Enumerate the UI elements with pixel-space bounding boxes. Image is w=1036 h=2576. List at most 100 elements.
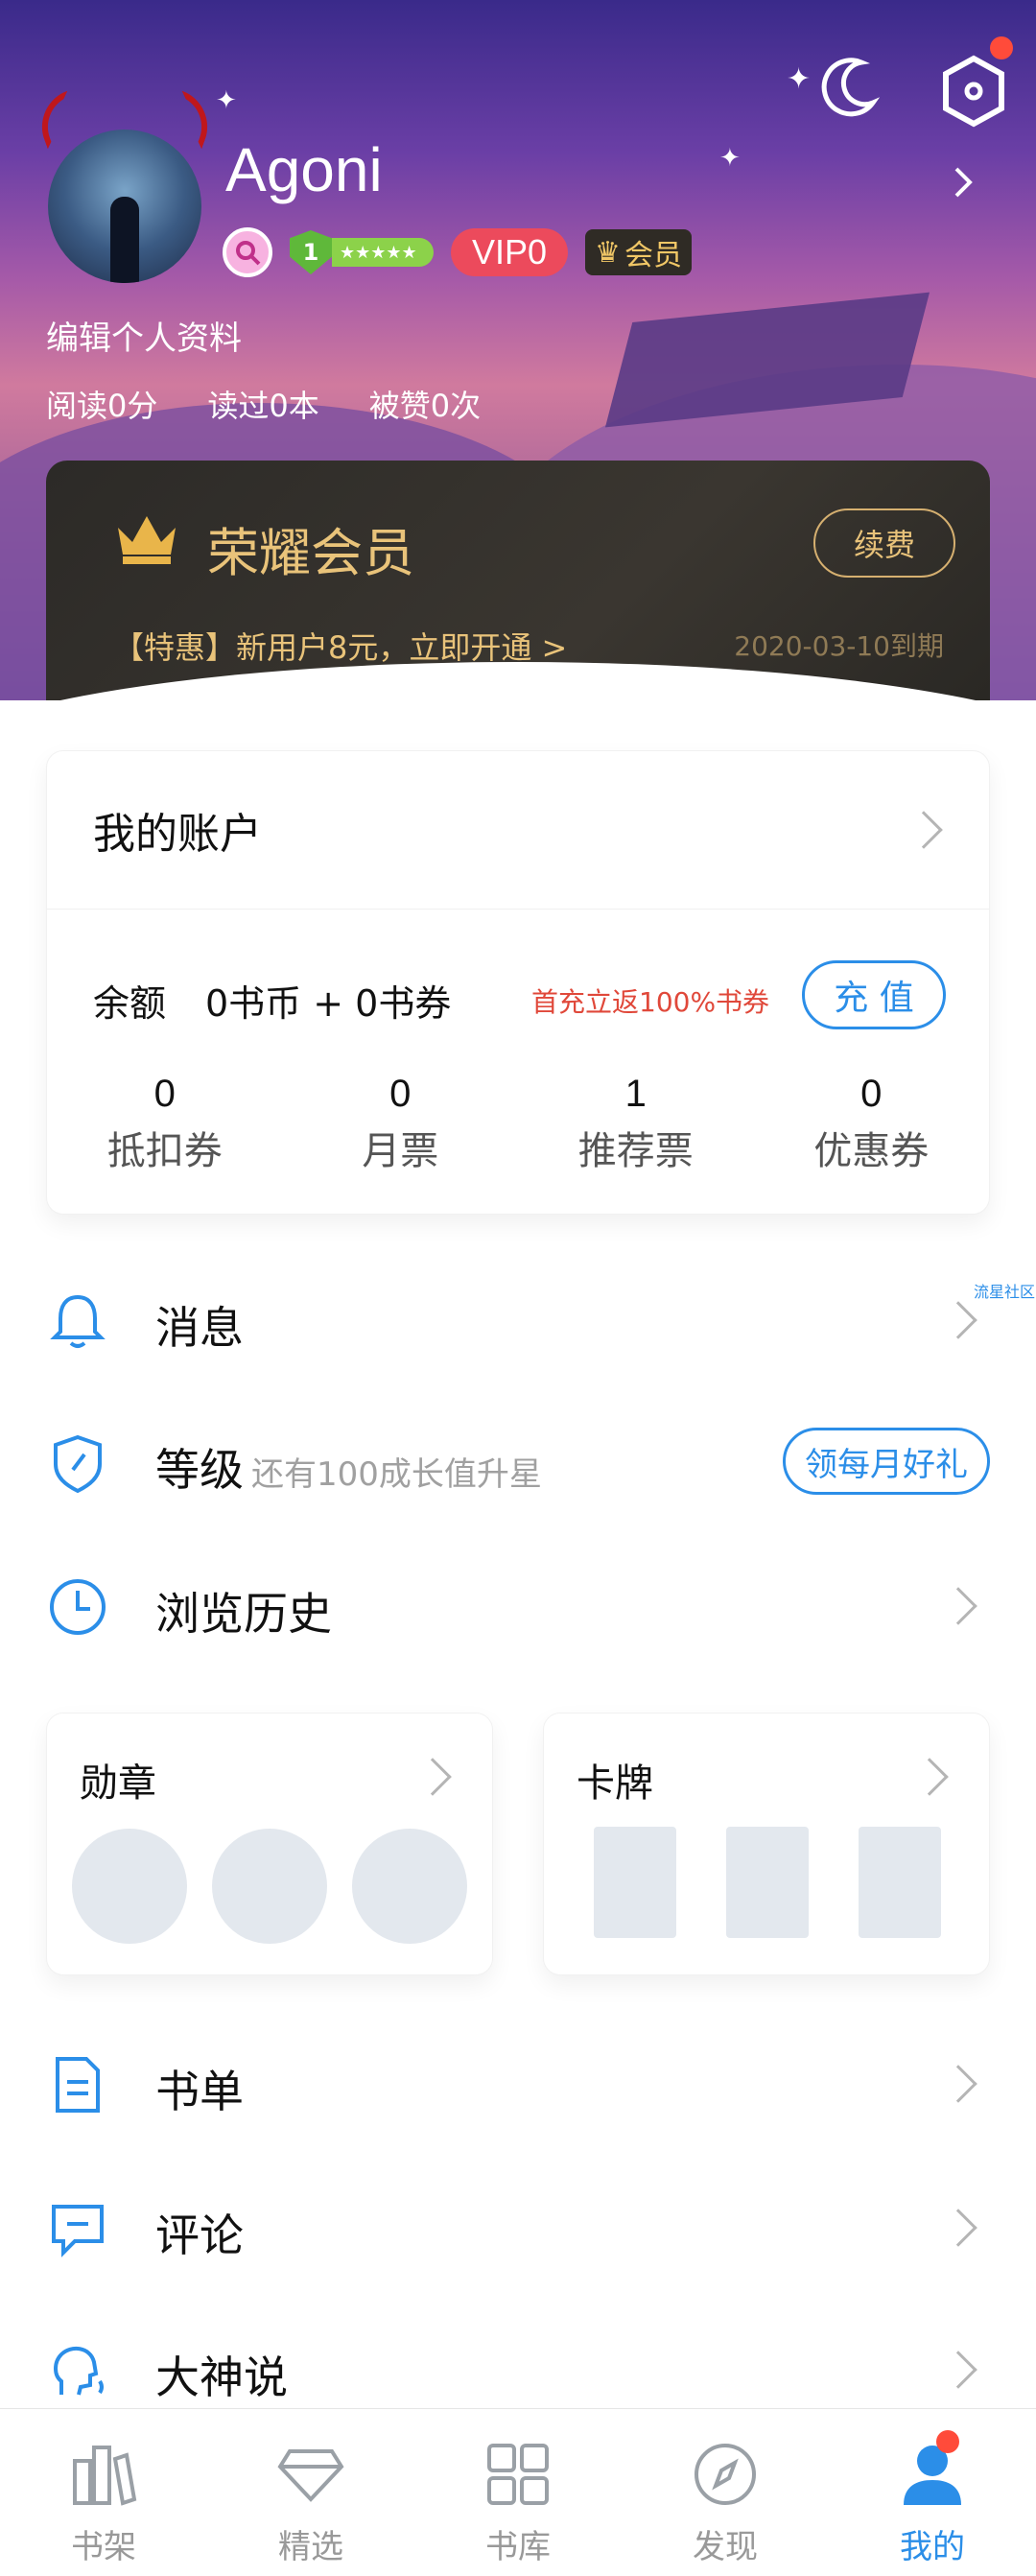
avatar[interactable] xyxy=(31,90,221,283)
badge-row: 1 ★★★★★ VIP0 ♛ 会员 xyxy=(223,227,692,277)
card-slot xyxy=(726,1827,809,1938)
bottom-nav: 书架 精选 书库 发现 我的 xyxy=(0,2408,1036,2576)
chevron-right-icon xyxy=(939,2351,977,2389)
nav-label: 精选 xyxy=(278,2528,343,2566)
tab-featured[interactable]: 精选 xyxy=(207,2409,414,2576)
chevron-right-icon xyxy=(939,2065,977,2103)
menu-item-comments[interactable]: 评论 xyxy=(0,2166,1036,2291)
comment-icon xyxy=(52,2205,104,2257)
balance-label: 余额 xyxy=(93,982,167,1025)
coupon-label: 月票 xyxy=(362,1129,439,1173)
notification-dot xyxy=(936,2430,959,2453)
sparkle-icon: ✦ xyxy=(719,144,741,173)
books-read: 读过0本 xyxy=(207,388,319,424)
cards-box[interactable]: 卡牌 xyxy=(543,1713,990,1975)
chevron-right-icon xyxy=(905,811,943,849)
menu-item-booklist[interactable]: 书单 xyxy=(0,2022,1036,2147)
tab-library[interactable]: 书库 xyxy=(414,2409,622,2576)
coupon-item[interactable]: 1 推荐票 xyxy=(518,1073,754,1175)
medal-slot xyxy=(72,1829,187,1944)
level-shield: 1 xyxy=(290,230,332,274)
vip-title: 荣耀会员 xyxy=(207,523,414,583)
settings-icon[interactable] xyxy=(940,53,1007,130)
tab-me[interactable]: 我的 xyxy=(829,2409,1036,2576)
night-mode-icon[interactable] xyxy=(815,53,883,120)
coupon-count: 0 xyxy=(860,1073,883,1115)
compass-icon xyxy=(695,2444,756,2505)
coupon-item[interactable]: 0 优惠券 xyxy=(754,1073,990,1175)
medal-slot xyxy=(212,1829,327,1944)
level-badge[interactable]: 1 ★★★★★ xyxy=(290,230,434,274)
coupon-stats: 0 抵扣券 0 月票 1 推荐票 0 优惠券 xyxy=(47,1073,989,1175)
coupon-count: 0 xyxy=(389,1073,412,1115)
renew-button[interactable]: 续费 xyxy=(813,508,955,578)
search-badge-icon[interactable] xyxy=(223,227,272,277)
avatar-image xyxy=(48,130,201,283)
card-slot xyxy=(594,1827,676,1938)
devil-horn-decoration xyxy=(165,90,219,150)
recharge-promo: 首充立返100%书券 xyxy=(531,986,770,1018)
grid-icon xyxy=(487,2444,549,2505)
menu-item-level[interactable]: 等级 还有100成长值升星 领每月好礼 xyxy=(0,1401,1036,1525)
coupon-label: 推荐票 xyxy=(577,1129,694,1173)
menu-label: 浏览历史 xyxy=(155,1588,332,1640)
menu-label: 消息 xyxy=(155,1302,244,1354)
member-badge[interactable]: ♛ 会员 xyxy=(585,229,692,275)
cards-title: 卡牌 xyxy=(577,1761,653,1806)
balance-value: 0书币 + 0书券 xyxy=(205,982,452,1025)
medals-box[interactable]: 勋章 xyxy=(46,1713,493,1975)
profile-header: ✦ ✦ ✦ Agoni 1 ★★★★★ VIP0 ♛ 会员 编辑个人资料 阅读0… xyxy=(0,0,1036,700)
devil-horn-decoration xyxy=(31,90,84,150)
crown-icon: ♛ xyxy=(595,235,621,270)
coupon-label: 优惠券 xyxy=(813,1129,930,1173)
bell-icon xyxy=(50,1294,106,1348)
nav-label: 书库 xyxy=(485,2528,551,2566)
clock-icon xyxy=(50,1579,106,1635)
coupon-count: 0 xyxy=(153,1073,176,1115)
tab-bookshelf[interactable]: 书架 xyxy=(0,2409,207,2576)
diamond-icon xyxy=(277,2449,344,2502)
account-title: 我的账户 xyxy=(93,810,262,859)
crown-icon xyxy=(118,516,176,564)
bookshelf-icon xyxy=(73,2446,137,2506)
vip-expire-date: 2020-03-10到期 xyxy=(734,630,944,662)
menu-label: 评论 xyxy=(155,2210,244,2261)
tab-discover[interactable]: 发现 xyxy=(622,2409,829,2576)
coupon-count: 1 xyxy=(624,1073,647,1115)
level-label: 等级 xyxy=(155,1444,244,1496)
vip-badge[interactable]: VIP0 xyxy=(451,228,569,276)
profile-page: ✦ ✦ ✦ Agoni 1 ★★★★★ VIP0 ♛ 会员 编辑个人资料 阅读0… xyxy=(0,0,1036,2576)
account-card: 我的账户 余额 0书币 + 0书券 首充立返100%书券 充 值 0 抵扣券 0… xyxy=(46,750,990,1215)
reading-score: 阅读0分 xyxy=(46,388,158,424)
menu-item-messages[interactable]: 消息 xyxy=(0,1259,1036,1383)
chevron-right-icon[interactable] xyxy=(945,163,983,201)
medals-title: 勋章 xyxy=(80,1761,156,1806)
monthly-gift-button[interactable]: 领每月好礼 xyxy=(783,1428,990,1495)
menu-label: 书单 xyxy=(155,2066,244,2117)
coupon-item[interactable]: 0 抵扣券 xyxy=(47,1073,283,1175)
chevron-right-icon xyxy=(939,1301,977,1339)
username: Agoni xyxy=(225,135,383,204)
nav-label: 发现 xyxy=(693,2528,758,2566)
account-header[interactable]: 我的账户 xyxy=(47,751,989,910)
shield-icon xyxy=(54,1434,102,1494)
edit-profile-link[interactable]: 编辑个人资料 xyxy=(46,312,242,359)
coupon-item[interactable]: 0 月票 xyxy=(283,1073,519,1175)
likes-received: 被赞0次 xyxy=(368,388,482,424)
recharge-button[interactable]: 充 值 xyxy=(802,960,946,1029)
speaking-head-icon xyxy=(54,2346,104,2396)
menu-item-history[interactable]: 浏览历史 xyxy=(0,1545,1036,1669)
chevron-right-icon xyxy=(910,1758,949,1796)
member-badge-label: 会员 xyxy=(624,239,682,272)
chevron-right-icon xyxy=(939,1587,977,1625)
level-progress-text: 还有100成长值升星 xyxy=(251,1455,542,1494)
medal-slot xyxy=(352,1829,467,1944)
booklist-icon xyxy=(56,2057,100,2113)
user-icon xyxy=(904,2446,961,2505)
coupon-label: 抵扣券 xyxy=(106,1129,223,1173)
chevron-right-icon xyxy=(939,2209,977,2247)
nav-label: 我的 xyxy=(900,2528,965,2566)
notification-dot xyxy=(990,36,1013,59)
level-stars: ★★★★★ xyxy=(332,238,434,267)
menu-label: 等级 还有100成长值升星 xyxy=(155,1435,542,1499)
